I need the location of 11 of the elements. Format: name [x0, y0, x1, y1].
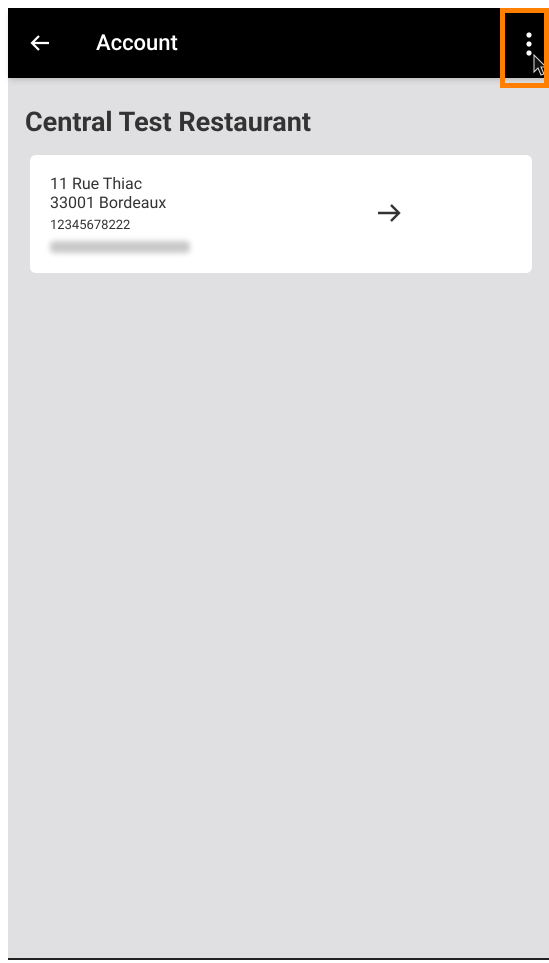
address-line: 11 Rue Thiac — [50, 174, 144, 193]
more-vertical-icon — [526, 32, 532, 56]
forward-arrow-icon — [377, 202, 401, 222]
more-menu-button[interactable] — [524, 30, 534, 58]
screen-title: Account — [96, 30, 178, 58]
phone-number: 12345678222 — [50, 216, 132, 235]
back-arrow-icon — [30, 34, 50, 52]
address-card[interactable]: 11 Rue Thiac 33001 Bordeaux 12345678222 — [30, 154, 532, 272]
mouse-pointer-icon — [533, 54, 546, 76]
restaurant-name: Central Test Restaurant — [25, 105, 312, 140]
address-line: 33001 Bordeaux — [50, 192, 168, 212]
